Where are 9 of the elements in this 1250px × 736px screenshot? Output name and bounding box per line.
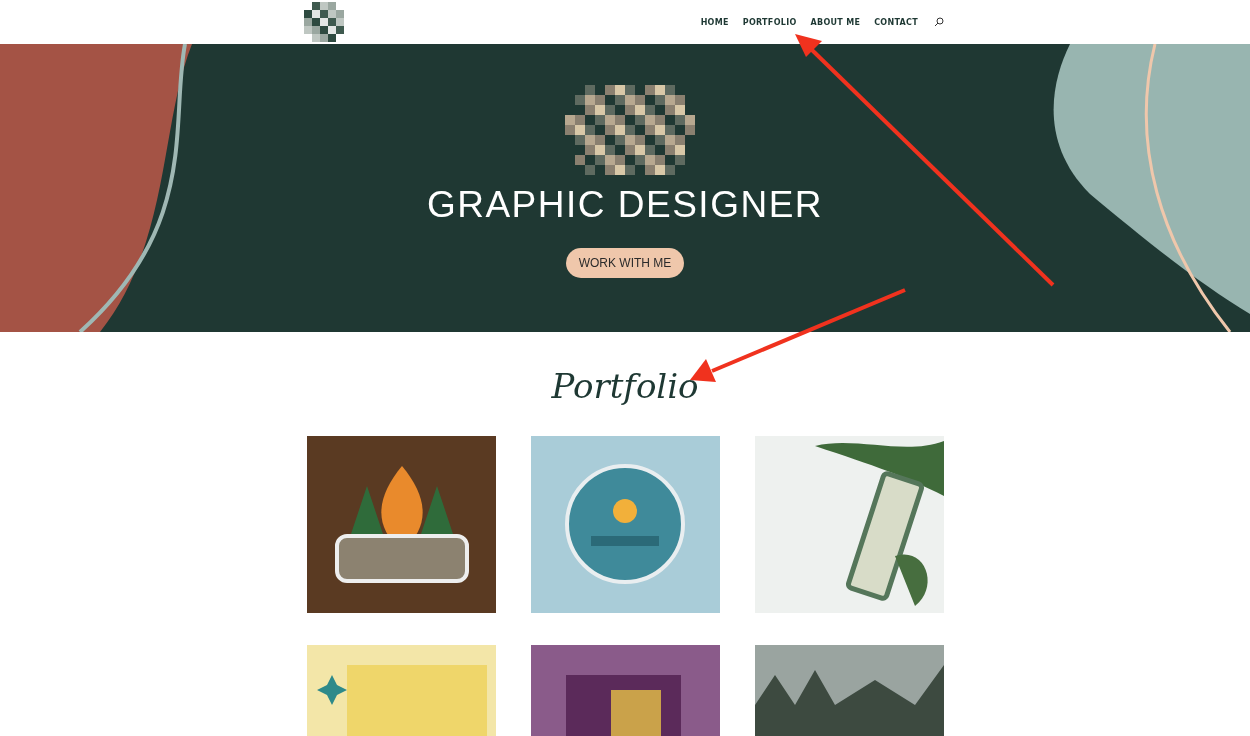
pixelated-logo[interactable]	[302, 0, 346, 44]
nav-link[interactable]: PORTFOLIO	[742, 17, 797, 27]
section-title: Portfolio	[551, 366, 699, 406]
hero-title: GRAPHIC DESIGNER	[426, 184, 824, 226]
search-icon[interactable]	[934, 17, 944, 27]
work-with-me-button[interactable]: WORK WITH ME	[565, 248, 685, 278]
nav-link[interactable]: CONTACT	[874, 17, 918, 27]
nav-link[interactable]: ABOUT ME	[810, 17, 861, 27]
nav-link[interactable]: HOME	[700, 17, 729, 27]
